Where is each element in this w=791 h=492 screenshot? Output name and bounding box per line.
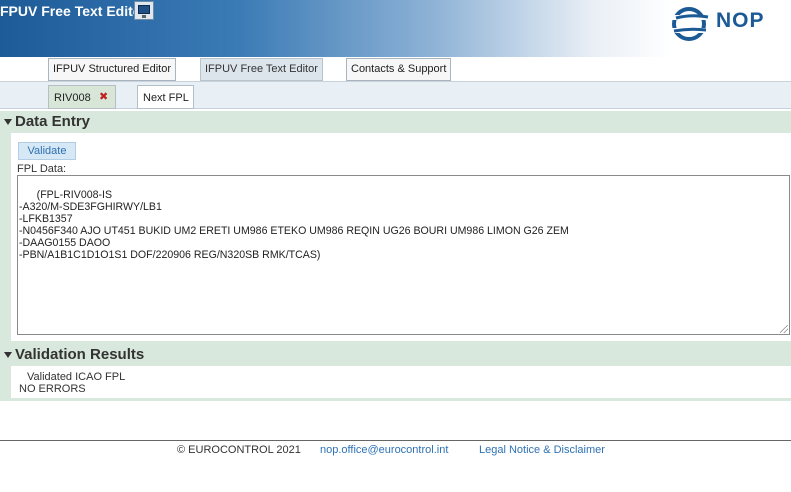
validate-button[interactable]: Validate — [18, 142, 76, 160]
validation-results-title: Validation Results — [15, 346, 145, 363]
footer-email-link[interactable]: nop.office@eurocontrol.int — [320, 444, 448, 456]
collapse-triangle-icon[interactable] — [4, 352, 12, 358]
collapse-triangle-icon[interactable] — [4, 119, 12, 125]
validation-status-title: Validated ICAO FPL — [27, 371, 126, 383]
nop-logo-icon — [672, 7, 712, 41]
fpl-data-text: (FPL-RIV008-IS -A320/M-SDE3FGHIRWY/LB1 -… — [19, 189, 569, 261]
data-entry-title: Data Entry — [15, 113, 91, 130]
app-title: FPUV Free Text Editor — [0, 3, 147, 19]
fpl-tab-bar: RIV008 ✖ Next FPL — [0, 82, 791, 109]
validation-results-panel: Validation Results Validated ICAO FPL NO… — [0, 344, 791, 401]
fpl-tab-label: RIV008 — [54, 92, 91, 104]
data-entry-header[interactable]: Data Entry — [0, 111, 791, 133]
footer-legal-link[interactable]: Legal Notice & Disclaimer — [479, 444, 605, 456]
fpl-data-label: FPL Data: — [17, 163, 67, 175]
logo-text: NOP — [716, 9, 765, 32]
fpl-data-textarea[interactable]: (FPL-RIV008-IS -A320/M-SDE3FGHIRWY/LB1 -… — [17, 175, 790, 335]
computer-monitor-icon[interactable] — [134, 1, 154, 20]
tab-free-text-editor[interactable]: IFPUV Free Text Editor — [200, 58, 323, 81]
tab-contacts-support[interactable]: Contacts & Support — [346, 58, 452, 81]
main-tab-bar: IFPUV Structured Editor IFPUV Free Text … — [0, 57, 791, 82]
validation-status-text: NO ERRORS — [19, 383, 86, 395]
footer-divider — [0, 440, 791, 441]
app-header: FPUV Free Text Editor NOP — [0, 0, 791, 57]
nop-logo: NOP — [672, 6, 782, 42]
close-icon[interactable]: ✖ — [99, 92, 109, 103]
validation-results-header[interactable]: Validation Results — [0, 344, 791, 366]
data-entry-panel: Data Entry Validate FPL Data: (FPL-RIV00… — [0, 111, 791, 344]
resize-handle-icon[interactable] — [780, 325, 788, 333]
data-entry-body: Validate FPL Data: (FPL-RIV008-IS -A320/… — [11, 133, 791, 341]
validation-results-body: Validated ICAO FPL NO ERRORS — [11, 366, 791, 398]
fpl-tab-riv008[interactable]: RIV008 ✖ — [48, 85, 116, 109]
footer-copyright: © EUROCONTROL 2021 — [177, 444, 301, 456]
tab-next-fpl[interactable]: Next FPL — [137, 85, 194, 109]
tab-structured-editor[interactable]: IFPUV Structured Editor — [48, 58, 176, 81]
